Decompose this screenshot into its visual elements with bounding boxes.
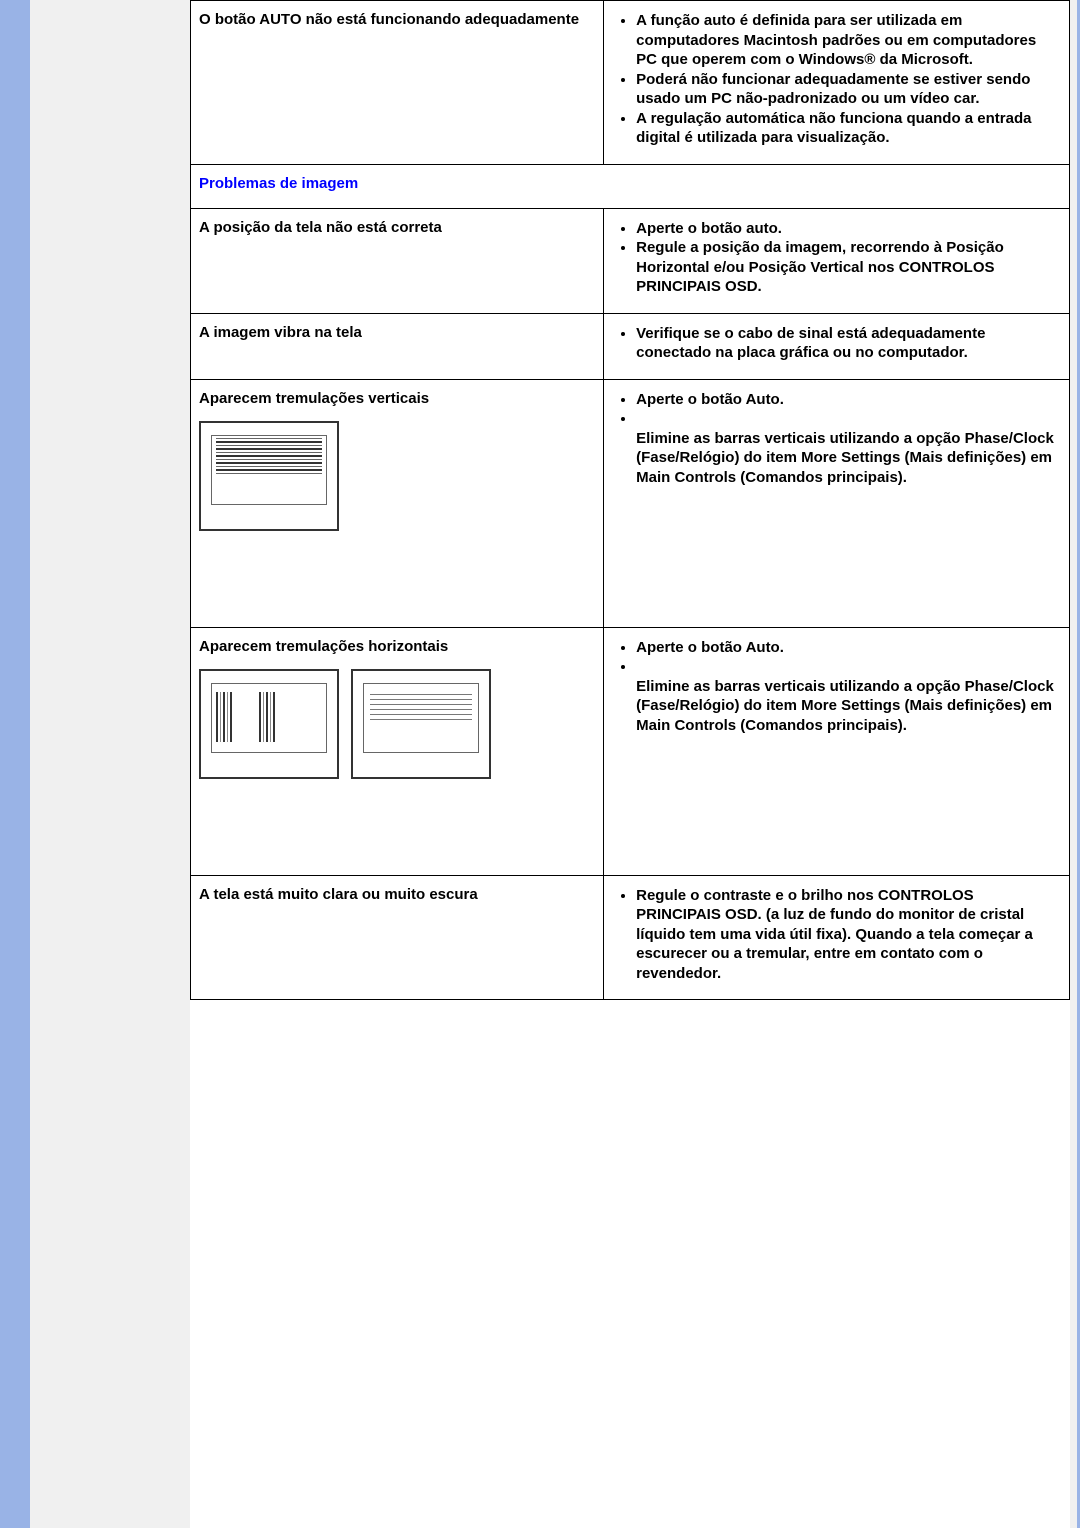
list-item: Elimine as barras verticais utilizando a… — [636, 409, 1061, 487]
problem-text: Aparecem tremulações verticais — [199, 390, 429, 407]
list-item: Aperte o botão Auto. — [636, 390, 1061, 410]
content-panel: O botão AUTO não está funcionando adequa… — [190, 0, 1070, 1528]
monitor-illustration-vertical — [199, 421, 595, 531]
monitor-illustration-horizontal — [199, 669, 595, 779]
solution-cell: Regule o contraste e o brilho nos CONTRO… — [604, 875, 1070, 1000]
problem-text: A imagem vibra na tela — [199, 324, 362, 341]
list-item: Verifique se o cabo de sinal está adequa… — [636, 324, 1061, 363]
table-row: Aparecem tremulações verticais — [191, 379, 1070, 627]
table-row: A tela está muito clara ou muito escura … — [191, 875, 1070, 1000]
problem-cell: O botão AUTO não está funcionando adequa… — [191, 1, 604, 165]
monitor-screen — [211, 435, 327, 505]
solution-list: A função auto é definida para ser utiliz… — [612, 11, 1061, 148]
list-item-text: Elimine as barras verticais utilizando a… — [636, 430, 1054, 486]
page-background: O botão AUTO não está funcionando adequa… — [30, 0, 1080, 1528]
solution-cell: Aperte o botão Auto. Elimine as barras v… — [604, 627, 1070, 875]
monitor-icon — [351, 669, 491, 779]
monitor-icon — [199, 669, 339, 779]
solution-cell: Aperte o botão Auto. Elimine as barras v… — [604, 379, 1070, 627]
list-item: Aperte o botão Auto. — [636, 638, 1061, 658]
list-item: Poderá não funcionar adequadamente se es… — [636, 70, 1061, 109]
troubleshooting-table: O botão AUTO não está funcionando adequa… — [190, 0, 1070, 1000]
problem-cell: A imagem vibra na tela — [191, 313, 604, 379]
monitor-icon — [199, 421, 339, 531]
list-item-text: Elimine as barras verticais utilizando a… — [636, 678, 1054, 734]
solution-list: Aperte o botão auto. Regule a posição da… — [612, 219, 1061, 297]
solution-cell: Aperte o botão auto. Regule a posição da… — [604, 208, 1070, 313]
table-row: Problemas de imagem — [191, 164, 1070, 208]
problem-cell: Aparecem tremulações horizontais — [191, 627, 604, 875]
page-outer: O botão AUTO não está funcionando adequa… — [0, 0, 1080, 1528]
list-item: A regulação automática não funciona quan… — [636, 109, 1061, 148]
solution-list: Aperte o botão Auto. Elimine as barras v… — [612, 390, 1061, 488]
solution-list: Regule o contraste e o brilho nos CONTRO… — [612, 886, 1061, 984]
section-header: Problemas de imagem — [191, 164, 1070, 208]
solution-list: Verifique se o cabo de sinal está adequa… — [612, 324, 1061, 363]
problem-cell: A posição da tela não está correta — [191, 208, 604, 313]
list-item: Elimine as barras verticais utilizando a… — [636, 657, 1061, 735]
problem-cell: Aparecem tremulações verticais — [191, 379, 604, 627]
solution-list: Aperte o botão Auto. Elimine as barras v… — [612, 638, 1061, 736]
problem-text: A tela está muito clara ou muito escura — [199, 886, 478, 903]
problem-text: Aparecem tremulações horizontais — [199, 638, 448, 655]
table-row: A posição da tela não está correta Apert… — [191, 208, 1070, 313]
problem-cell: A tela está muito clara ou muito escura — [191, 875, 604, 1000]
monitor-screen — [211, 683, 327, 753]
solution-cell: A função auto é definida para ser utiliz… — [604, 1, 1070, 165]
list-item: A função auto é definida para ser utiliz… — [636, 11, 1061, 70]
problem-text: A posição da tela não está correta — [199, 219, 442, 236]
monitor-screen — [363, 683, 479, 753]
list-item: Aperte o botão auto. — [636, 219, 1061, 239]
list-item: Regule o contraste e o brilho nos CONTRO… — [636, 886, 1061, 984]
section-header-text: Problemas de imagem — [199, 175, 358, 192]
table-row: O botão AUTO não está funcionando adequa… — [191, 1, 1070, 165]
table-row: Aparecem tremulações horizontais — [191, 627, 1070, 875]
list-item: Regule a posição da imagem, recorrendo à… — [636, 238, 1061, 297]
solution-cell: Verifique se o cabo de sinal está adequa… — [604, 313, 1070, 379]
problem-text: O botão AUTO não está funcionando adequa… — [199, 11, 579, 28]
table-row: A imagem vibra na tela Verifique se o ca… — [191, 313, 1070, 379]
